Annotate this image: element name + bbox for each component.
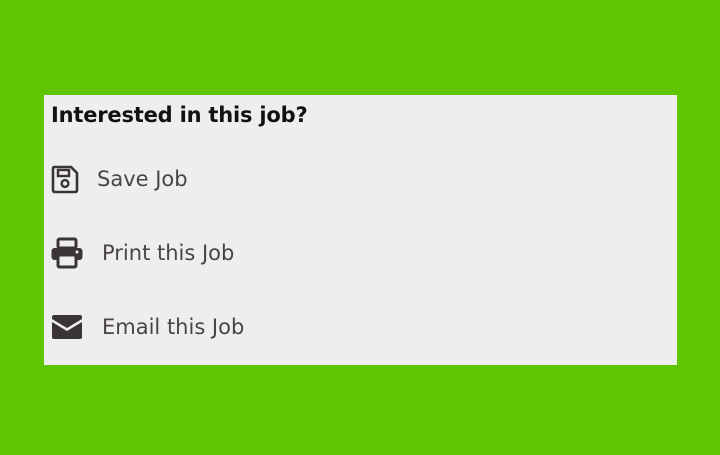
envelope-icon	[50, 313, 84, 341]
save-job-link[interactable]: Save Job	[44, 157, 404, 201]
print-job-label: Print this Job	[102, 241, 235, 265]
print-job-link[interactable]: Print this Job	[44, 231, 404, 275]
job-actions-panel: Interested in this job? Save Job Print t…	[44, 95, 677, 365]
panel-heading: Interested in this job?	[51, 103, 308, 127]
email-job-link[interactable]: Email this Job	[44, 305, 404, 349]
save-job-label: Save Job	[97, 167, 188, 191]
email-job-label: Email this Job	[102, 315, 245, 339]
floppy-disk-icon	[50, 164, 80, 194]
printer-icon	[50, 237, 84, 269]
